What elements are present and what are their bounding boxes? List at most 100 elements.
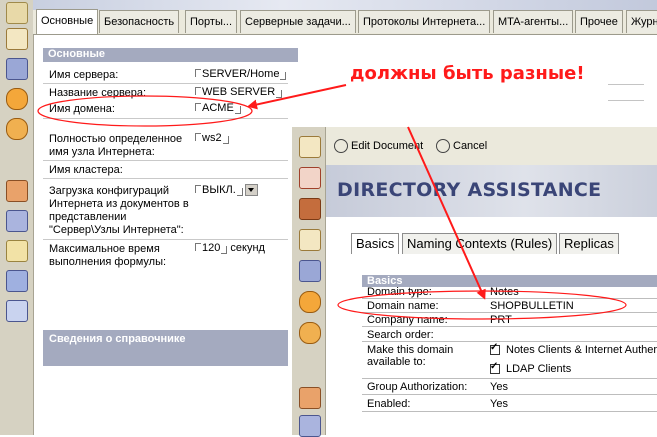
domain-type-value: Notes [490, 286, 519, 298]
divider [608, 84, 644, 85]
server-title-value: WEB SERVER [202, 86, 276, 98]
globe-doc-icon[interactable] [299, 322, 321, 344]
calendar-icon[interactable] [299, 167, 321, 189]
pencil-icon [334, 139, 348, 153]
divider [43, 118, 288, 119]
globe-doc-icon[interactable] [6, 118, 28, 140]
divider [362, 312, 657, 313]
checkbox-icon [490, 361, 500, 375]
group-auth-value: Yes [490, 381, 508, 393]
tab-internet-protocols[interactable]: Протоколы Интернета... [358, 10, 491, 33]
tab-misc[interactable]: Прочее [575, 10, 623, 33]
address-book-icon[interactable] [299, 198, 321, 220]
domain-name-value: ACME [202, 102, 234, 114]
tab-log[interactable]: Журн [626, 10, 657, 33]
formula-time-field[interactable]: 120 секунд [195, 242, 265, 255]
cancel-label: Cancel [453, 139, 488, 152]
enabled-value: Yes [490, 398, 508, 410]
basics-panel: Basics Domain type: Notes Domain name: S… [350, 262, 657, 435]
divider [362, 298, 657, 299]
divider [362, 326, 657, 327]
cluster-name-label: Имя кластера: [49, 164, 123, 176]
config-load-label: Загрузка конфигураций Интернета из докум… [49, 185, 189, 236]
server-name-value: SERVER/Home [202, 68, 280, 80]
folder-open-icon[interactable] [6, 300, 28, 322]
cancel-button[interactable]: Cancel [436, 139, 487, 153]
config-load-field[interactable]: ВЫКЛ. [195, 184, 258, 197]
cancel-icon [436, 139, 450, 153]
tab-ports[interactable]: Порты... [185, 10, 238, 33]
server-title-field[interactable]: WEB SERVER [195, 86, 283, 99]
availability-option-ldap[interactable]: LDAP Clients [490, 361, 572, 375]
server-name-label: Имя сервера: [49, 69, 119, 81]
globe-icon[interactable] [6, 88, 28, 110]
divider [362, 394, 657, 395]
formula-time-label: Максимальное время выполнения формулы: [49, 243, 167, 268]
folder-icon[interactable] [6, 240, 28, 262]
tab-mta[interactable]: MTA-агенты... [493, 10, 574, 33]
tab-basics[interactable]: Basics [351, 233, 400, 254]
enabled-label: Enabled: [367, 398, 411, 410]
server-icon[interactable] [299, 415, 321, 437]
company-name-value: PRT [490, 314, 512, 326]
house-icon[interactable] [6, 180, 28, 202]
notepad-icon[interactable] [6, 2, 28, 24]
checkbox-icon [490, 342, 500, 356]
database-icon[interactable] [6, 58, 28, 80]
availability-option-notes-label: Notes Clients & Internet Auther [506, 344, 657, 356]
domain-name-label-front: Domain name: [367, 300, 439, 312]
section-directory-header: Сведения о справочнике [43, 330, 288, 366]
edit-document-button[interactable]: Edit Document [334, 139, 423, 153]
formula-time-value: 120 [202, 242, 221, 254]
divider [362, 341, 657, 342]
tab-main[interactable]: Основные [36, 9, 99, 34]
todo-icon[interactable] [299, 229, 321, 251]
config-load-value: ВЫКЛ. [202, 184, 236, 196]
search-order-label: Search order: [367, 329, 434, 341]
tab-security[interactable]: Безопасность [99, 10, 180, 33]
left-icon-bar [0, 0, 34, 435]
globe-icon[interactable] [299, 291, 321, 313]
divider [362, 411, 657, 412]
divider [43, 239, 288, 240]
domain-name-value-front: SHOPBULLETIN [490, 300, 574, 312]
divider [608, 100, 644, 101]
tab-naming-contexts[interactable]: Naming Contexts (Rules) [402, 233, 558, 254]
directory-assistance-window: Edit Document Cancel DIRECTORY ASSISTANC… [292, 127, 657, 437]
server-name-field[interactable]: SERVER/Home [195, 68, 287, 81]
form-tab-bar: Basics Naming Contexts (Rules) Replicas [326, 217, 657, 257]
tab-replicas[interactable]: Replicas [559, 233, 619, 254]
domain-name-label: Имя домена: [49, 103, 115, 115]
divider [362, 378, 657, 379]
clipboard-icon[interactable] [6, 28, 28, 50]
form-title: DIRECTORY ASSISTANCE [337, 179, 602, 201]
action-bar: Edit Document Cancel [326, 127, 657, 166]
formula-time-unit: секунд [230, 242, 265, 254]
fqdn-field[interactable]: ws2 [195, 132, 229, 145]
server-document-form: Основные Имя сервера: SERVER/Home Назван… [43, 46, 298, 435]
availability-option-ldap-label: LDAP Clients [506, 363, 572, 375]
mail-icon[interactable] [299, 136, 321, 158]
divider [43, 160, 288, 161]
availability-label: Make this domain available to: [367, 344, 454, 368]
company-name-label: Company name: [367, 314, 448, 326]
divider [43, 178, 288, 179]
settings-tab-bar: Основные Безопасность Порты... Серверные… [33, 0, 657, 35]
availability-option-notes[interactable]: Notes Clients & Internet Auther [490, 342, 657, 356]
form-header: DIRECTORY ASSISTANCE [326, 165, 657, 217]
server-icon[interactable] [6, 210, 28, 232]
house-icon[interactable] [299, 387, 321, 409]
domain-name-field[interactable]: ACME [195, 102, 241, 115]
chevron-down-icon[interactable] [244, 184, 258, 197]
front-icon-bar [292, 127, 326, 437]
fqdn-label: Полностью определенное имя узла Интернет… [49, 133, 183, 158]
edit-document-label: Edit Document [351, 139, 424, 152]
tab-server-tasks[interactable]: Серверные задачи... [240, 10, 356, 33]
section-main-header: Основные [43, 48, 298, 62]
database-icon[interactable] [299, 260, 321, 282]
domain-type-label: Domain type: [367, 286, 432, 298]
network-icon[interactable] [6, 270, 28, 292]
annotation-text: должны быть разные! [350, 63, 585, 84]
server-title-label: Название сервера: [49, 87, 147, 99]
window-banner [33, 0, 657, 10]
